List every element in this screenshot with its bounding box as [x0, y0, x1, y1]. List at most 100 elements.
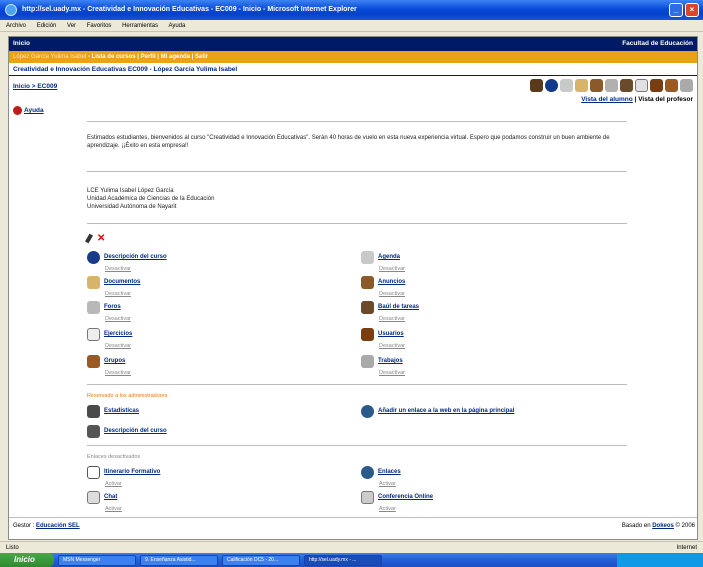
- deactivate-link[interactable]: Desactivar: [105, 343, 131, 349]
- ie-icon: [5, 4, 17, 16]
- globe-icon: [361, 405, 374, 418]
- course-title: Creatividad e Innovación Educativas EC00…: [9, 63, 697, 76]
- user-bar: López García Yulima Isabel - Lista de cu…: [9, 51, 697, 63]
- divider: [87, 223, 627, 224]
- deactivate-link[interactable]: Desactivar: [105, 266, 131, 272]
- tool-descripcion[interactable]: Descripción del curso: [87, 251, 167, 264]
- tool-label[interactable]: Documentos: [104, 276, 140, 289]
- activate-link[interactable]: Activar: [105, 506, 122, 512]
- tool-label[interactable]: Trabajos: [378, 355, 403, 368]
- delete-icon[interactable]: ✕: [97, 234, 105, 244]
- taskbar-item[interactable]: http://sel.uady.mx - ...: [304, 554, 382, 566]
- tool-label[interactable]: Grupos: [104, 355, 125, 368]
- info-icon[interactable]: [545, 79, 558, 92]
- student-view-link[interactable]: Vista del alumno: [581, 96, 633, 103]
- tool-ejercicios[interactable]: Ejercicios: [87, 328, 132, 341]
- help-icon: [13, 106, 22, 115]
- tool-grupos[interactable]: Grupos: [87, 355, 125, 368]
- dokeos-link[interactable]: Dokeos: [652, 523, 674, 529]
- users-icon[interactable]: [650, 79, 663, 92]
- header-institution[interactable]: Facultad de Educación: [622, 37, 693, 51]
- dropbox-icon[interactable]: [620, 79, 633, 92]
- conference-icon: [361, 491, 374, 504]
- works-icon[interactable]: [680, 79, 693, 92]
- tool-enlaces[interactable]: Enlaces: [361, 466, 401, 479]
- course-intro: Estimados estudiantes, bienvenidos al cu…: [87, 135, 610, 149]
- help-link[interactable]: Ayuda: [13, 106, 44, 115]
- taskbar-item[interactable]: Calificación DC5 - 20...: [222, 554, 300, 566]
- menu-ver[interactable]: Ver: [67, 23, 76, 29]
- exercises-icon[interactable]: [635, 79, 648, 92]
- tool-label[interactable]: Descripción del curso: [104, 251, 167, 264]
- deactivate-link[interactable]: Desactivar: [379, 266, 405, 272]
- agenda-icon[interactable]: [560, 79, 573, 92]
- close-icon[interactable]: ×: [685, 3, 699, 17]
- gestor-link[interactable]: Educación SEL: [36, 523, 80, 529]
- menu-herramientas[interactable]: Herramientas: [122, 23, 158, 29]
- documents-icon[interactable]: [575, 79, 588, 92]
- tool-label[interactable]: Foros: [104, 301, 121, 314]
- tool-edit-description[interactable]: Descripción del curso: [87, 425, 167, 438]
- deactivate-link[interactable]: Desactivar: [105, 291, 131, 297]
- taskbar-item[interactable]: 9. Enseñanza Asistid...: [140, 554, 218, 566]
- breadcrumb[interactable]: Inicio > EC009: [13, 83, 57, 90]
- tool-label[interactable]: Itinerario Formativo: [104, 466, 160, 479]
- activate-link[interactable]: Activar: [379, 506, 396, 512]
- tool-label[interactable]: Chat: [104, 491, 117, 504]
- tool-label[interactable]: Añadir un enlace a la web en la página p…: [378, 405, 514, 418]
- menu-archivo[interactable]: Archivo: [6, 23, 26, 29]
- tool-label[interactable]: Conferencia Online: [378, 491, 433, 504]
- menu-favoritos[interactable]: Favoritos: [87, 23, 112, 29]
- tool-usuarios[interactable]: Usuarios: [361, 328, 404, 341]
- deactivate-link[interactable]: Desactivar: [379, 291, 405, 297]
- documents-icon: [87, 276, 100, 289]
- tool-trabajos[interactable]: Trabajos: [361, 355, 403, 368]
- status-text: Listo: [6, 545, 19, 551]
- activate-link[interactable]: Activar: [379, 481, 396, 487]
- tool-conferencia[interactable]: Conferencia Online: [361, 491, 433, 504]
- forums-icon[interactable]: [605, 79, 618, 92]
- tool-label[interactable]: Agenda: [378, 251, 400, 264]
- view-switch: Vista del alumno | Vista del profesor: [581, 96, 693, 103]
- tool-label[interactable]: Descripción del curso: [104, 425, 167, 438]
- tool-add-link[interactable]: Añadir un enlace a la web en la página p…: [361, 405, 514, 418]
- tool-documentos[interactable]: Documentos: [87, 276, 140, 289]
- deactivate-link[interactable]: Desactivar: [105, 370, 131, 376]
- header-home[interactable]: Inicio: [13, 37, 30, 51]
- groups-icon[interactable]: [665, 79, 678, 92]
- tool-baul[interactable]: Baúl de tareas: [361, 301, 419, 314]
- edit-icon[interactable]: [85, 233, 93, 244]
- tool-label[interactable]: Baúl de tareas: [378, 301, 419, 314]
- tool-foros[interactable]: Foros: [87, 301, 121, 314]
- announcements-icon[interactable]: [590, 79, 603, 92]
- activate-link[interactable]: Activar: [105, 481, 122, 487]
- title-bar: http://sel.uady.mx - Creatividad e Innov…: [0, 0, 703, 20]
- tool-label[interactable]: Anuncios: [378, 276, 405, 289]
- itinerary-icon: [87, 466, 100, 479]
- deactivate-link[interactable]: Desactivar: [379, 370, 405, 376]
- tool-estadisticas[interactable]: Estadísticas: [87, 405, 139, 418]
- teacher-view-label: Vista del profesor: [638, 96, 693, 103]
- divider: [9, 517, 697, 518]
- tool-anuncios[interactable]: Anuncios: [361, 276, 405, 289]
- home-icon[interactable]: [530, 79, 543, 92]
- taskbar-item[interactable]: MSN Messenger: [58, 554, 136, 566]
- tool-itinerario[interactable]: Itinerario Formativo: [87, 466, 160, 479]
- tool-label[interactable]: Estadísticas: [104, 405, 139, 418]
- help-label: Ayuda: [24, 107, 44, 114]
- signature-line: LCE Yulima Isabel López García: [87, 188, 174, 194]
- menu-ayuda[interactable]: Ayuda: [168, 23, 185, 29]
- user-links[interactable]: - Lista de cursos | Perfil | Mi agenda |…: [88, 54, 208, 60]
- tool-label[interactable]: Enlaces: [378, 466, 401, 479]
- tool-chat[interactable]: Chat: [87, 491, 117, 504]
- deactivate-link[interactable]: Desactivar: [379, 316, 405, 322]
- signature-line: Unidad Académica de Ciencias de la Educa…: [87, 196, 215, 202]
- deactivate-link[interactable]: Desactivar: [379, 343, 405, 349]
- tool-label[interactable]: Ejercicios: [104, 328, 132, 341]
- deactivate-link[interactable]: Desactivar: [105, 316, 131, 322]
- menu-edicion[interactable]: Edición: [37, 23, 57, 29]
- tool-label[interactable]: Usuarios: [378, 328, 404, 341]
- tool-agenda[interactable]: Agenda: [361, 251, 400, 264]
- start-button[interactable]: Inicio: [0, 553, 54, 567]
- minimize-icon[interactable]: _: [669, 3, 683, 17]
